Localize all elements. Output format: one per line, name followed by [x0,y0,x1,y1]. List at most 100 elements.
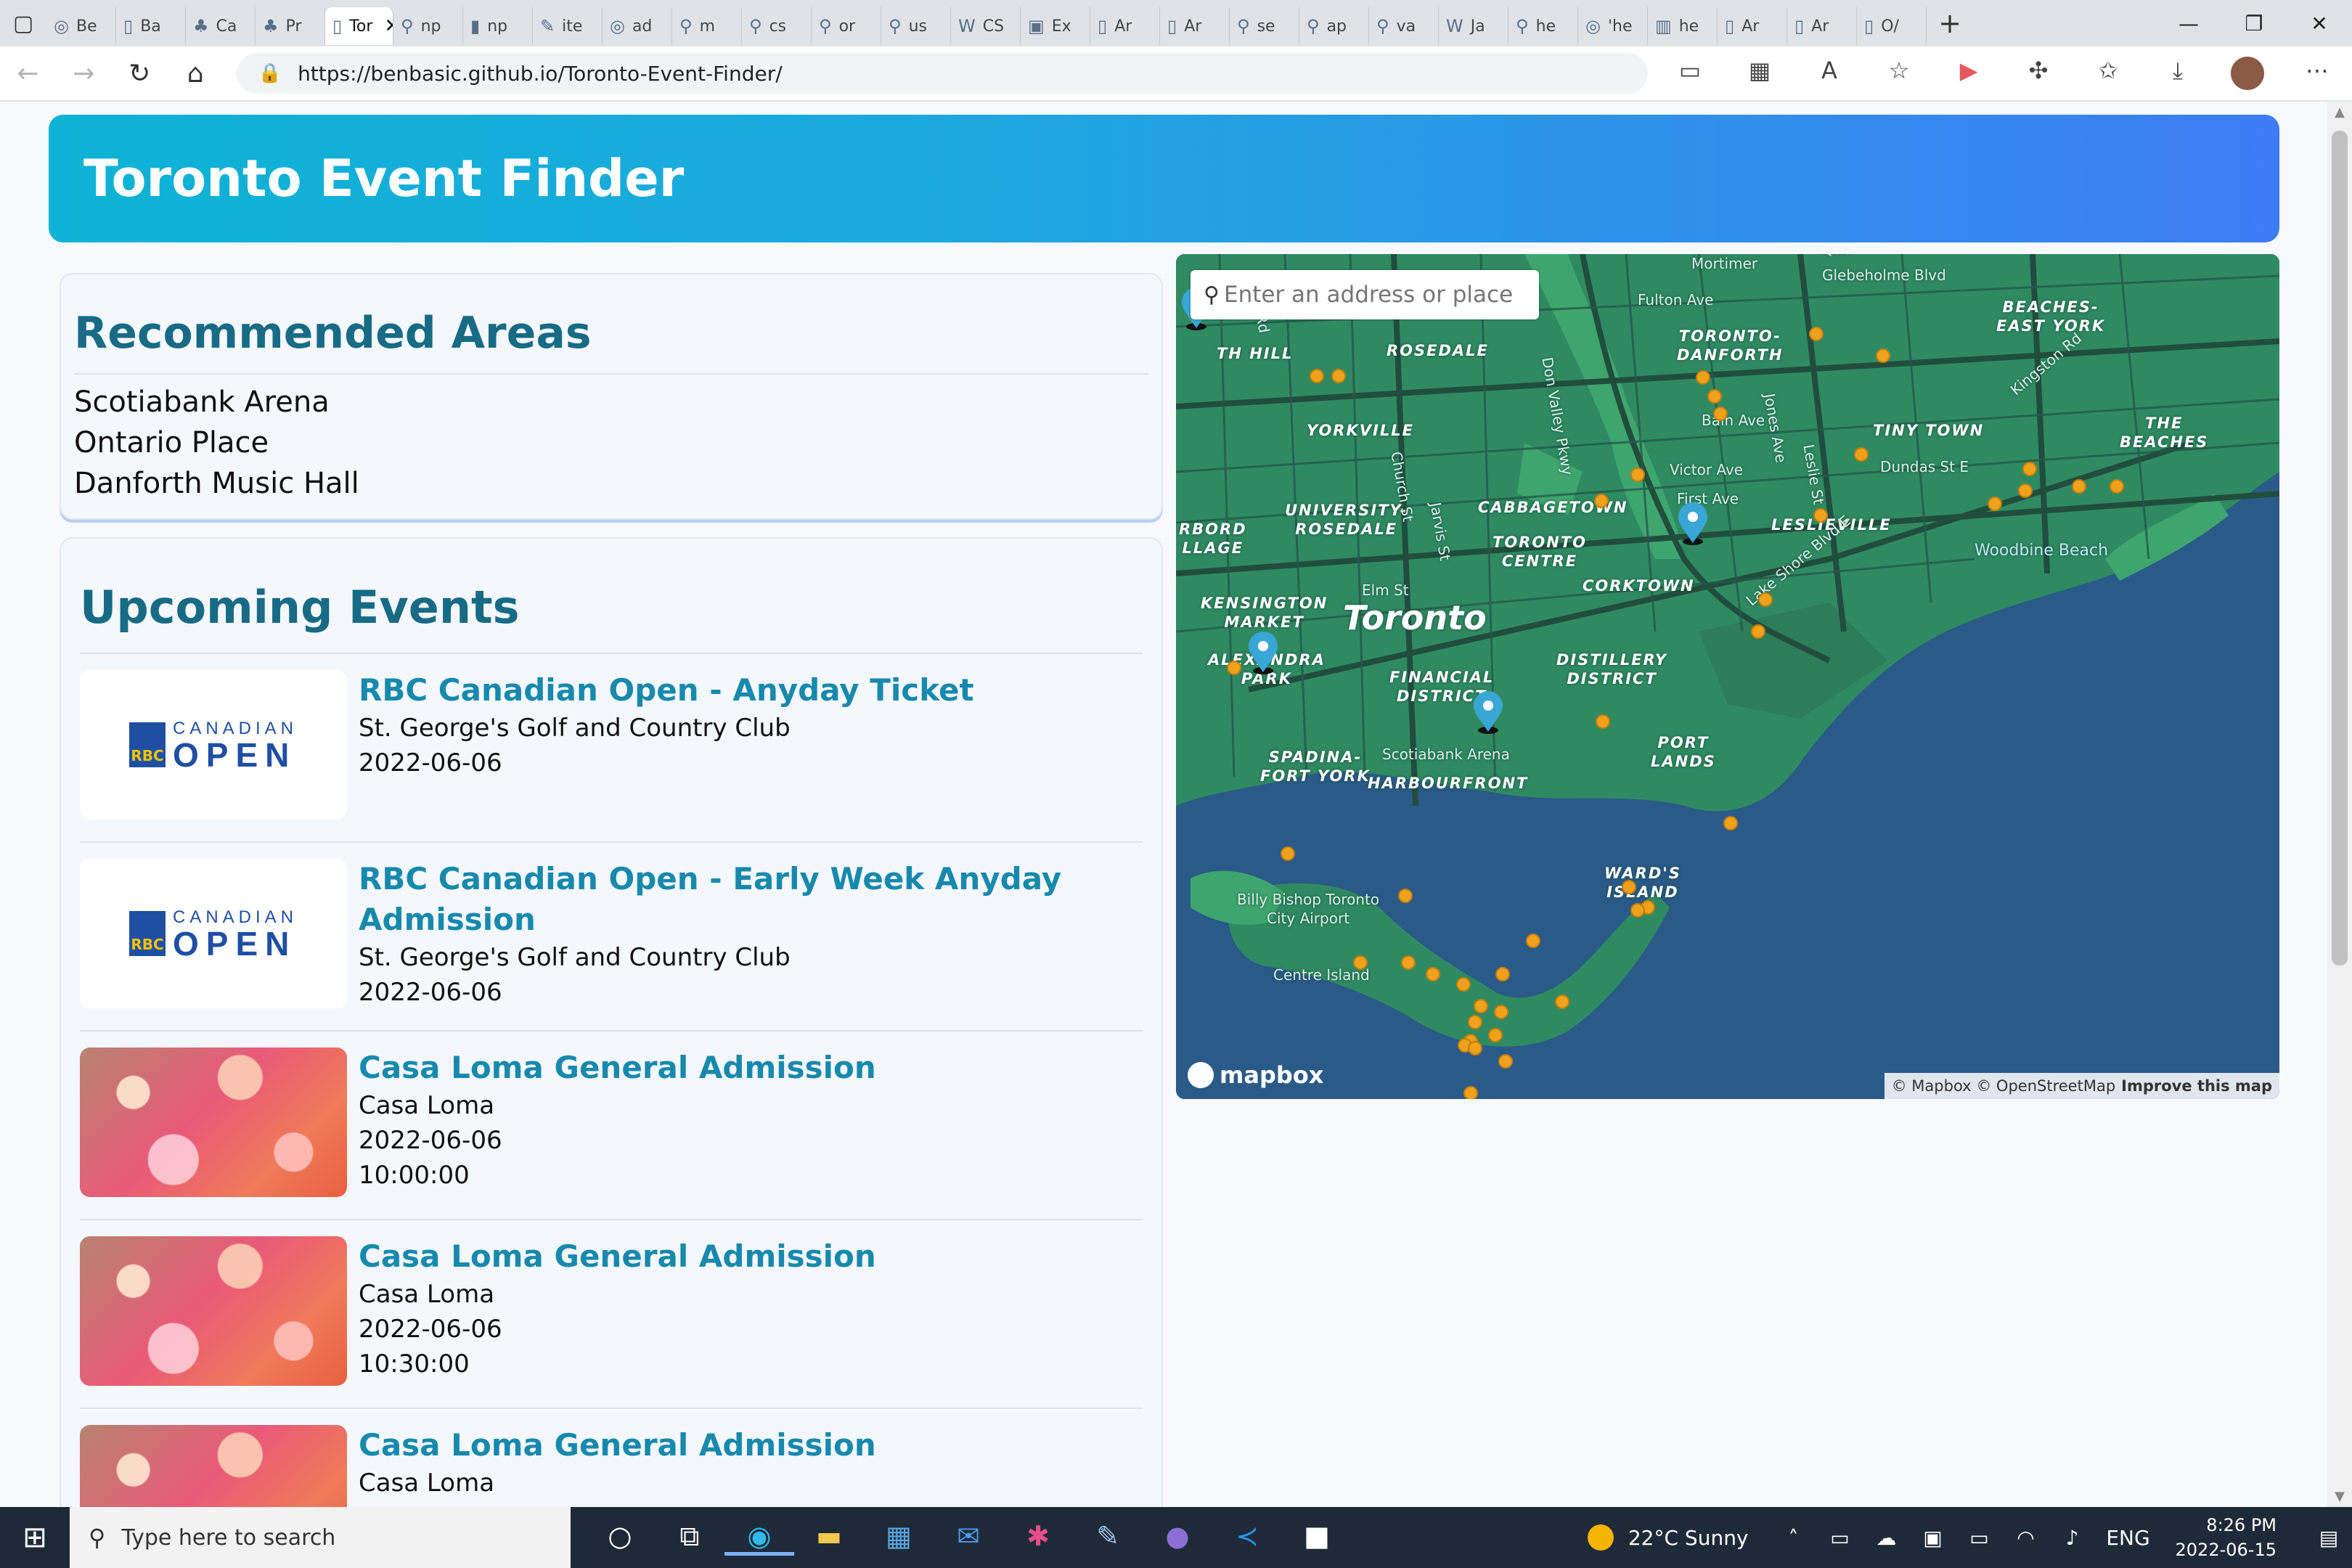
event-marker-dot[interactable] [1474,999,1488,1013]
terminal-icon[interactable]: ■ [1282,1520,1352,1556]
edge-icon[interactable]: ◉ [724,1520,794,1556]
event-marker-dot[interactable] [1622,880,1636,894]
event-marker-dot[interactable] [2072,479,2086,494]
event-marker-dot[interactable] [1696,370,1710,385]
event-name[interactable]: Casa Loma General Admission [359,1425,1143,1466]
location-pin-icon[interactable] [1472,691,1504,735]
browser-tab[interactable]: ▯ Ar [1090,7,1160,45]
scroll-thumb[interactable] [2332,131,2348,965]
address-bar[interactable]: 🔒 https://benbasic.github.io/Toronto-Eve… [236,53,1648,94]
scroll-down-icon[interactable]: ▼ [2332,1489,2348,1504]
browser-tab[interactable]: ▣ Ex [1021,7,1090,45]
scroll-up-icon[interactable]: ▲ [2332,105,2348,120]
task-view-icon[interactable]: ⧉ [655,1520,724,1556]
browser-tab[interactable]: ⚲ m [672,7,742,45]
browser-tab[interactable]: ◎ 'he [1578,7,1648,45]
event-map[interactable]: ROSEDALE YORKVILLE TORONTO- DANFORTH BEACHE… [1176,254,2279,1099]
event-marker-dot[interactable] [1498,1054,1513,1069]
event-marker-dot[interactable] [1468,1041,1482,1055]
event-row[interactable]: RBC CANADIAN OPEN RBC Canadian Open - Early… [80,841,1143,1030]
map-search-input[interactable] [1223,282,1514,308]
mapbox-logo[interactable]: mapbox [1188,1061,1323,1089]
browser-tab[interactable]: ⚲ us [881,7,951,45]
browser-tab[interactable]: ▯ O/ [1857,7,1927,45]
event-marker-dot[interactable] [1463,1086,1478,1099]
event-marker-dot[interactable] [1988,497,2002,511]
event-marker-dot[interactable] [1596,714,1610,729]
file-explorer-icon[interactable]: ▬ [794,1520,864,1556]
store-icon[interactable]: ▦ [864,1520,934,1556]
event-marker-dot[interactable] [1495,967,1510,981]
event-marker-dot[interactable] [1630,467,1645,482]
read-aloud-icon[interactable]: A [1794,57,1864,90]
browser-tab[interactable]: ⚲ or [812,7,881,45]
event-marker-dot[interactable] [1426,967,1440,981]
mail-icon[interactable]: ✉ [934,1520,1003,1556]
weather-sun-icon[interactable] [1587,1524,1614,1551]
app-available-icon[interactable]: ▭ [1655,57,1725,90]
chevron-up-icon[interactable]: ˄ [1771,1526,1817,1550]
event-name[interactable]: Casa Loma General Admission [359,1048,1143,1088]
back-button[interactable]: ← [0,59,56,89]
event-marker-dot[interactable] [1594,494,1609,508]
browser-tab[interactable]: ⚲ va [1369,7,1439,45]
event-row[interactable]: Casa Loma General Admission Casa Loma 2022… [80,1219,1143,1408]
event-marker-dot[interactable] [1456,977,1471,992]
device-icon[interactable]: ▭ [1817,1526,1863,1550]
grid-icon[interactable]: ▦ [1725,57,1794,90]
event-marker-dot[interactable] [1751,624,1765,639]
event-marker-dot[interactable] [1630,903,1645,918]
paint-icon[interactable]: ✎ [1073,1520,1143,1556]
taskbar-search[interactable]: ⚲ Type here to search [70,1507,571,1568]
browser-tab[interactable]: ▮ np [463,7,533,45]
browser-tab[interactable]: W CS [951,7,1021,45]
cloud-icon[interactable]: ☁ [1863,1526,1910,1550]
windows-start-icon[interactable]: ⊞ [0,1521,70,1554]
puzzle-icon[interactable]: ✣ [2004,57,2073,90]
more-menu-icon[interactable]: ⋯ [2282,57,2352,90]
event-row[interactable]: Casa Loma General Admission Casa Loma 2022… [80,1030,1143,1219]
browser-tab[interactable]: ▥ he [1648,7,1718,45]
event-marker-dot[interactable] [1854,447,1869,462]
wifi-icon[interactable]: ◠ [2003,1526,2049,1550]
add-favorite-icon[interactable]: ☆ [1864,57,1934,90]
event-marker-dot[interactable] [1809,327,1824,341]
language-indicator[interactable]: ENG [2096,1526,2161,1550]
browser-tab[interactable]: ♣ Pr [256,7,325,45]
browser-tab[interactable]: ▯ Ar [1160,7,1230,45]
browser-tab[interactable]: ◎ ad [603,7,672,45]
event-marker-dot[interactable] [1758,592,1773,607]
browser-tab[interactable]: ✎ ite [533,7,603,45]
event-marker-dot[interactable] [1713,407,1728,421]
event-marker-dot[interactable] [1353,955,1368,970]
event-marker-dot[interactable] [1555,995,1569,1009]
browser-tab[interactable]: W Ja [1439,7,1508,45]
event-row[interactable]: Casa Loma General Admission Casa Loma 2022… [80,1408,1143,1507]
event-marker-dot[interactable] [1331,369,1346,383]
map-search-box[interactable]: ⚲ [1191,270,1539,319]
event-marker-dot[interactable] [1707,389,1722,404]
browser-tab[interactable]: ⚲ ap [1299,7,1369,45]
event-marker-dot[interactable] [2022,462,2037,476]
event-name[interactable]: RBC Canadian Open - Anyday Ticket [359,670,1143,711]
browser-tab[interactable]: ♣ Ca [186,7,256,45]
event-marker-dot[interactable] [1310,369,1324,383]
event-marker-dot[interactable] [1526,934,1540,948]
profile-avatar[interactable] [2231,57,2264,90]
browser-tab[interactable]: ⚲ se [1230,7,1299,45]
event-name[interactable]: Casa Loma General Admission [359,1236,1143,1277]
weather-text[interactable]: 22°C Sunny [1628,1526,1749,1550]
vscode-icon[interactable]: ≺ [1212,1520,1282,1556]
downloads-icon[interactable]: ⤓ [2143,57,2213,90]
new-tab-button[interactable]: + [1927,7,1973,39]
improve-map-link[interactable]: Improve this map [2121,1077,2272,1095]
eclipse-icon[interactable]: ● [1143,1520,1212,1556]
notifications-icon[interactable]: ▤ [2306,1526,2352,1550]
slack-icon[interactable]: ✱ [1003,1520,1073,1556]
location-pin-icon[interactable] [1247,632,1279,675]
close-tab-icon[interactable]: ✕ [384,15,393,37]
event-marker-dot[interactable] [1227,661,1241,675]
browser-tab[interactable]: ▯ Ar [1718,7,1787,45]
event-marker-dot[interactable] [1401,955,1416,970]
attribution-text[interactable]: © Mapbox © OpenStreetMap [1892,1077,2116,1095]
